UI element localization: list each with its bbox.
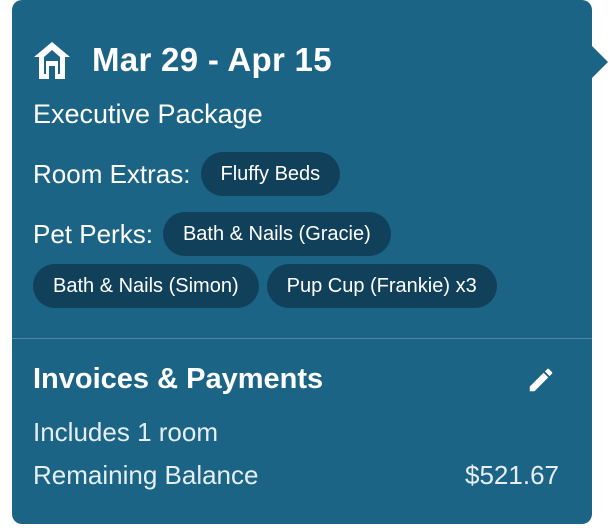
pet-perks-label: Pet Perks: [33, 218, 153, 249]
pet-perk-pill: Bath & Nails (Simon) [33, 264, 259, 308]
pet-perk-pill: Pup Cup (Frankie) x3 [266, 264, 497, 308]
booking-card: Mar 29 - Apr 15 Executive Package Room E… [12, 0, 592, 524]
edit-button[interactable] [524, 363, 558, 397]
home-icon [34, 42, 70, 79]
booking-summary: Mar 29 - Apr 15 Executive Package Room E… [12, 0, 592, 338]
includes-text: Includes 1 room [33, 417, 218, 447]
date-range: Mar 29 - Apr 15 [92, 41, 332, 78]
package-name: Executive Package [33, 99, 263, 129]
invoices-section: Invoices & Payments Includes 1 room Rema… [12, 339, 592, 524]
card-pointer [590, 44, 608, 80]
room-extras-row: Room Extras: Fluffy Beds [33, 152, 348, 196]
pet-perks-row: Pet Perks: Bath & Nails (Gracie) [33, 212, 399, 256]
invoices-title: Invoices & Payments [33, 363, 324, 395]
pet-perk-pill: Bath & Nails (Gracie) [162, 212, 391, 256]
room-extra-pill: Fluffy Beds [200, 152, 341, 196]
balance-value: $521.67 [465, 460, 559, 490]
balance-label: Remaining Balance [33, 460, 259, 490]
room-extras-label: Room Extras: [33, 158, 191, 189]
pencil-icon [529, 368, 553, 392]
booking-header: Mar 29 - Apr 15 [32, 36, 332, 84]
pet-perks-row-continued: Bath & Nails (Simon) Pup Cup (Frankie) x… [33, 264, 505, 308]
